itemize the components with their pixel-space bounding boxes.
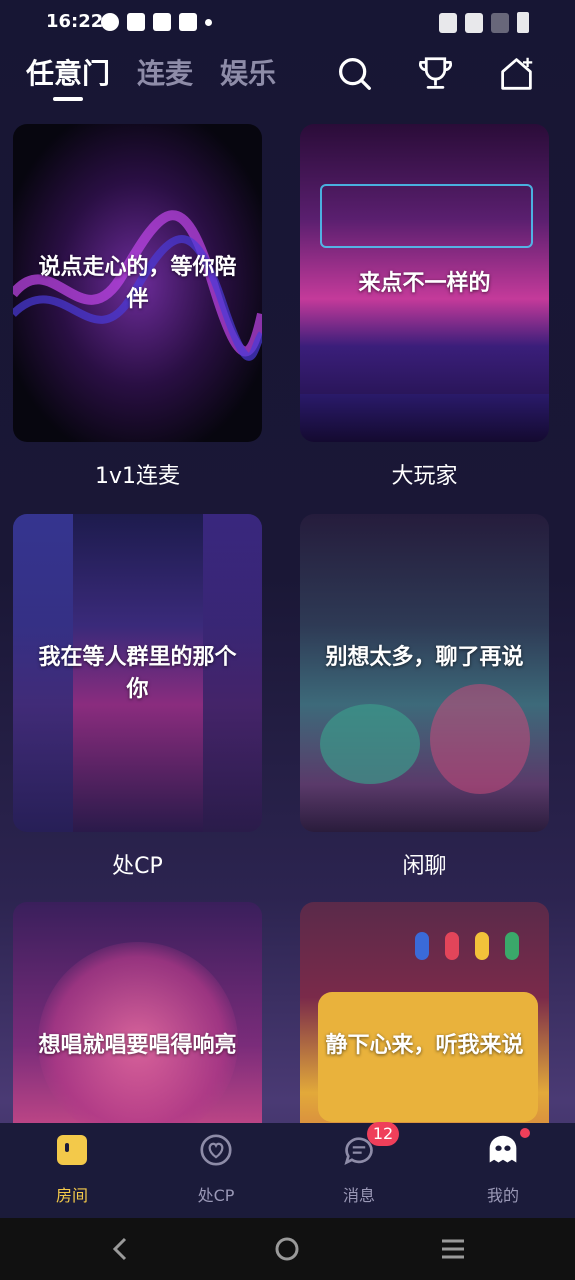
nav-label: 处CP — [197, 1186, 235, 1205]
room-card-cp[interactable]: 我在等人群里的那个你 — [13, 514, 262, 832]
room-card-caption: 1v1连麦 — [94, 464, 180, 489]
home-icon[interactable] — [274, 1236, 300, 1262]
nav-cp[interactable]: 处CP — [166, 1123, 266, 1218]
tab-portal[interactable]: 任意门 — [26, 52, 110, 92]
top-actions — [336, 55, 535, 92]
top-tabs: 任意门 连麦 娱乐 — [26, 52, 276, 101]
room-card-big-player[interactable]: 来点不一样的 — [300, 124, 549, 442]
wifi-icon — [465, 12, 483, 33]
radio-knob — [475, 932, 489, 960]
home-plus-icon[interactable] — [498, 55, 535, 92]
neon-sign — [320, 184, 533, 248]
room-card-text: 说点走心的，等你陪伴 — [38, 255, 237, 312]
status-system-icons — [439, 12, 529, 33]
search-icon[interactable] — [336, 55, 373, 92]
battery-icon — [517, 12, 529, 33]
more-dot-icon — [205, 18, 212, 26]
status-notification-icons — [101, 13, 212, 31]
radio-knob — [445, 932, 459, 960]
status-time: 16:22 — [46, 11, 104, 32]
room-card-1v1[interactable]: 说点走心的，等你陪伴 — [13, 124, 262, 442]
system-nav-bar — [0, 1218, 575, 1280]
signal-icon — [491, 12, 509, 33]
tab-mic-link[interactable]: 连麦 — [137, 52, 193, 92]
mail-icon — [179, 13, 197, 31]
active-tab-indicator — [53, 97, 83, 101]
neon-floor — [300, 394, 549, 442]
nav-profile[interactable]: 我的 — [453, 1123, 553, 1218]
room-card-caption: 处CP — [112, 854, 163, 879]
profile-ghost-icon — [489, 1135, 517, 1163]
heart-icon — [200, 1134, 232, 1166]
bush-art — [430, 684, 530, 794]
unread-badge: 12 — [367, 1122, 399, 1146]
speed-icon — [101, 13, 119, 31]
mail-icon — [153, 13, 171, 31]
bush-art — [320, 704, 420, 784]
room-card-chat[interactable]: 别想太多，聊了再说 — [300, 514, 549, 832]
tab-entertainment[interactable]: 娱乐 — [220, 52, 276, 92]
radio-knob — [505, 932, 519, 960]
room-card-listen[interactable]: 静下心来，听我来说 — [300, 902, 549, 1124]
trophy-icon[interactable] — [417, 55, 454, 92]
room-grid: 说点走心的，等你陪伴 1v1连麦 来点不一样的 大玩家 我在等人群里的那个你 处… — [13, 124, 550, 1124]
room-card-text: 想唱就唱要唱得响亮 — [38, 1033, 237, 1058]
nav-label: 房间 — [55, 1186, 88, 1205]
radio-knob — [415, 932, 429, 960]
room-card-caption: 大玩家 — [391, 464, 458, 489]
vibrate-icon — [439, 12, 457, 33]
nav-label: 我的 — [486, 1186, 519, 1205]
nav-label: 消息 — [342, 1186, 375, 1205]
room-card-caption: 闲聊 — [402, 854, 447, 879]
room-card-text: 别想太多，聊了再说 — [325, 645, 524, 670]
back-icon[interactable] — [108, 1236, 134, 1262]
room-card-text: 静下心来，听我来说 — [325, 1033, 524, 1058]
room-card-text: 我在等人群里的那个你 — [38, 645, 237, 702]
mail-icon — [127, 13, 145, 31]
room-card-sing[interactable]: 想唱就唱要唱得响亮 — [13, 902, 262, 1124]
bottom-nav: 房间 处CP 12 消息 我的 — [0, 1122, 575, 1218]
nav-room[interactable]: 房间 — [22, 1123, 122, 1218]
nav-messages[interactable]: 12 消息 — [309, 1122, 409, 1218]
status-bar: 16:22 — [0, 0, 575, 46]
notification-dot — [520, 1128, 530, 1138]
room-card-text: 来点不一样的 — [358, 271, 491, 296]
room-icon — [57, 1135, 87, 1165]
recents-icon[interactable] — [440, 1236, 466, 1262]
